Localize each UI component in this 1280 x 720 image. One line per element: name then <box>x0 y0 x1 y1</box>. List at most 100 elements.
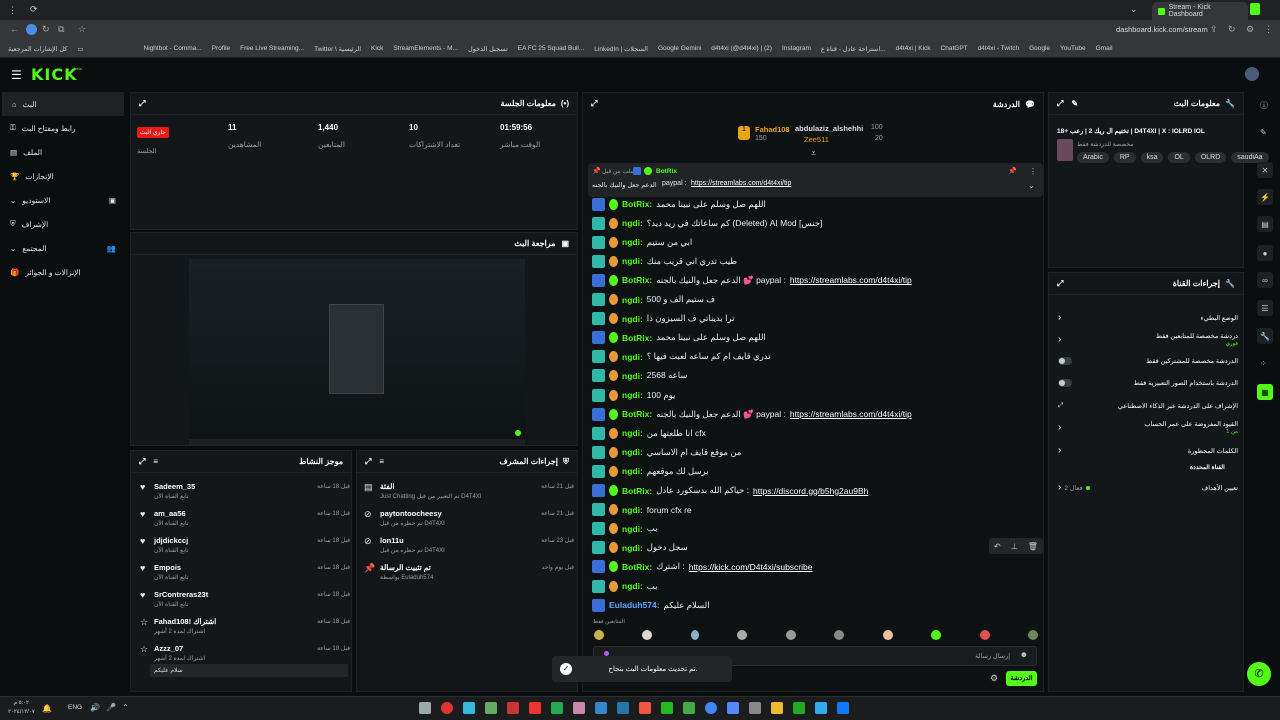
emote-icon[interactable] <box>834 630 845 640</box>
reply-icon[interactable]: ↶ <box>994 542 1001 551</box>
bookmark-item[interactable]: Profile <box>212 45 230 52</box>
sidebar-item-moderation[interactable]: الإشراف ⛨ <box>0 212 126 236</box>
expand-icon[interactable]: ⤢ <box>139 99 145 109</box>
bookmark-item[interactable]: LinkedIn | السجلات <box>594 45 648 53</box>
bookmark-item[interactable]: d4t4xi | Kick <box>896 45 931 52</box>
star-icon[interactable]: ☆ <box>78 24 86 35</box>
activity-item[interactable]: ♥ Empois تابع القناة الآن قبل 18 ساعة <box>140 561 350 587</box>
chat-message[interactable]: ngdi: طيب تدري اني قريب منك <box>592 252 737 270</box>
chat-message[interactable]: ngdi: سجل دخول <box>592 539 688 557</box>
settings-app-icon[interactable] <box>419 702 431 714</box>
bookmarks-folder-icon[interactable]: ▭ <box>77 45 83 53</box>
followers-only-row[interactable]: › دردشة مخصصة للمتابعين فقط فوري <box>1058 332 1238 347</box>
rail-button-active[interactable]: ▦ <box>1257 384 1273 400</box>
mod-action-item[interactable]: ⊘ paytontoocheesy تم حظره من قبل D4T4XI … <box>364 507 574 533</box>
bell-icon[interactable]: 🔔 <box>42 704 52 713</box>
emote-icon[interactable] <box>931 630 942 640</box>
bookmark-item[interactable]: كل الإشارات المرجعية <box>8 45 67 53</box>
chat-link[interactable]: https://kick.com/D4t4xi/subscribe <box>689 562 813 572</box>
chat-message[interactable]: Euladuh574: السلام عليكم <box>592 596 710 614</box>
chrome-app-icon[interactable] <box>705 702 717 714</box>
expand-icon[interactable]: ⤢ <box>1057 279 1063 289</box>
edit-icon[interactable]: ✎ <box>1071 99 1078 108</box>
emoji-icon[interactable]: ☻ <box>1020 650 1028 659</box>
bookmark-item[interactable]: Google Gemini <box>658 45 701 52</box>
activity-item[interactable]: ♥ am_aa56 تابع القناة الآن قبل 18 ساعة <box>140 507 350 533</box>
chat-message[interactable]: ngdi: ساعه 2568 <box>592 367 687 385</box>
obs-app-icon[interactable] <box>441 702 453 714</box>
discord-app-icon[interactable] <box>727 702 739 714</box>
bookmark-item[interactable]: EA FC 25 Squad Buil... <box>518 45 584 52</box>
kick-extension-icon[interactable] <box>1250 3 1260 15</box>
mod-action-item[interactable]: 📌 تم تثبيت الرسالة بواسطة Euladuh574 قبل… <box>364 561 574 587</box>
chat-username[interactable]: BotRix: <box>622 199 652 209</box>
settings-icon[interactable]: ⚙ <box>990 673 998 684</box>
bookmark-item[interactable]: تسجيل الدخول <box>468 45 508 53</box>
chat-username[interactable]: ngdi: <box>622 505 643 515</box>
chat-username[interactable]: ngdi: <box>622 371 643 381</box>
edit-icon[interactable]: ✎ <box>1260 128 1267 137</box>
rail-button[interactable]: 🔧 <box>1257 328 1273 344</box>
chat-message[interactable]: ngdi: ترا بديناتي ف السيزون ذا <box>592 310 735 328</box>
app-icon[interactable] <box>485 702 497 714</box>
emotes-only-toggle[interactable] <box>1058 379 1072 387</box>
chat-message[interactable]: ngdi: forum cfx re <box>592 501 692 519</box>
rail-button[interactable]: ▤ <box>1257 216 1273 232</box>
emote-icon[interactable] <box>882 630 893 640</box>
chevron-up-icon[interactable]: ⌃ <box>122 703 129 712</box>
chat-username[interactable]: ngdi: <box>622 466 643 476</box>
hamburger-menu-icon[interactable]: ☰ <box>11 68 22 82</box>
rail-button[interactable]: ✕ <box>1257 162 1273 178</box>
bookmark-item[interactable]: Kick <box>371 45 383 52</box>
back-icon[interactable]: ← <box>10 24 19 34</box>
bookmark-item[interactable]: Google <box>1029 45 1050 52</box>
sidebar-item-achievements[interactable]: الإنجازات 🏆 <box>0 164 126 188</box>
sidebar-item-studio[interactable]: ▣ الاستوديو ⌄ <box>0 188 126 212</box>
app-icon[interactable] <box>573 702 585 714</box>
chat-message[interactable]: ngdi: ابي من ستيم <box>592 233 692 251</box>
sidebar-item-stream-key[interactable]: رابط ومفتاح البث ⚿ <box>0 116 126 140</box>
rail-button[interactable]: ⚡ <box>1257 189 1273 205</box>
slow-mode-row[interactable]: › الوضع البطيء <box>1058 312 1238 323</box>
mod-action-item[interactable]: ▤ الفئة Just Chatting تم التغيير من قبل … <box>364 480 574 506</box>
reply-box[interactable]: سلام عليكم <box>150 664 348 677</box>
chat-username[interactable]: Euladuh574: <box>609 600 660 610</box>
chat-username[interactable]: BotRix: <box>622 275 652 285</box>
collapse-icon[interactable]: ⩡ <box>811 148 816 159</box>
send-chat-button[interactable]: الدردشة <box>1006 671 1037 686</box>
chat-username[interactable]: ngdi: <box>622 543 643 553</box>
extensions-icon[interactable]: ⧉ <box>58 24 64 35</box>
ai-moderation-row[interactable]: ⤢ الإشراف على الدردشة عبر الذكاء الاصطنا… <box>1058 402 1238 410</box>
app-icon[interactable] <box>749 702 761 714</box>
chat-link[interactable]: https://streamlabs.com/d4t4xi/tip <box>790 409 912 419</box>
chat-message[interactable]: BotRix: اللهم صل وسلم على نبينا محمد <box>592 195 766 213</box>
chat-username[interactable]: ngdi: <box>622 524 643 534</box>
emote-icon[interactable] <box>785 630 796 640</box>
app-icon[interactable] <box>463 702 475 714</box>
bookmark-item[interactable]: StreamElements - M... <box>393 45 458 52</box>
chat-username[interactable]: ngdi: <box>622 390 643 400</box>
chat-username[interactable]: ngdi: <box>622 428 643 438</box>
chat-message[interactable]: BotRix: اللهم صل وسلم على نبينا محمد <box>592 329 766 347</box>
chat-username[interactable]: ngdi: <box>622 218 643 228</box>
reload-icon[interactable]: ↻ <box>42 24 50 35</box>
file-explorer-icon[interactable] <box>771 702 783 714</box>
app-icon[interactable] <box>683 702 695 714</box>
banned-words-row[interactable]: › الكلمات المحظورة <box>1058 445 1238 456</box>
xbox-app-icon[interactable] <box>661 702 673 714</box>
stream-preview-video[interactable] <box>189 259 525 445</box>
chat-message[interactable]: ngdi: برسل لك موقعهم <box>592 462 709 480</box>
sidebar-item-community[interactable]: 👥 المجتمع ⌄ <box>0 236 126 260</box>
rail-button[interactable]: ☰ <box>1257 300 1273 316</box>
chat-message[interactable]: ngdi: بب <box>592 577 658 595</box>
rail-button[interactable]: ∞ <box>1257 272 1273 288</box>
app-icon[interactable] <box>595 702 607 714</box>
bookmark-item[interactable]: d4t4xi - Twitch <box>978 45 1019 52</box>
chat-username[interactable]: BotRix: <box>622 486 652 496</box>
bookmark-item[interactable]: Gmail <box>1096 45 1113 52</box>
bookmark-item[interactable]: d4t4xi (@d4t4xi) | (2) <box>711 45 772 52</box>
expand-icon[interactable]: ⤢ <box>139 457 145 467</box>
dots-icon[interactable]: ⁘ <box>1260 359 1267 368</box>
goals-row[interactable]: › فعال 2 تعيين الأهداف <box>1058 482 1238 493</box>
activity-item[interactable]: ♥ SrContreras23t تابع القناة الآن قبل 18… <box>140 588 350 614</box>
